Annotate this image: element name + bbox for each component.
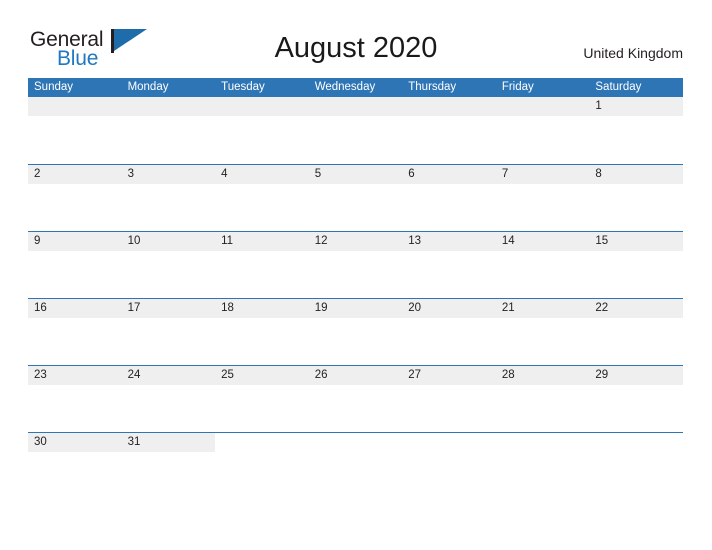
weekday-header-thursday: Thursday [408, 81, 457, 93]
calendar-day-cell-sunday[interactable]: 30 [28, 433, 122, 452]
calendar-week-row: 30 31 [28, 432, 683, 499]
calendar-day-cell-empty [495, 97, 590, 116]
calendar-day-cell-friday[interactable]: 28 [495, 366, 590, 385]
calendar-day-cell-wednesday[interactable]: 26 [308, 366, 403, 385]
calendar-day-cell-saturday[interactable]: 8 [589, 165, 683, 184]
calendar-day-cell-tuesday[interactable]: 25 [215, 366, 309, 385]
calendar-day-cell-thursday[interactable]: 27 [402, 366, 496, 385]
calendar-date-band: 9 10 11 12 13 14 15 [28, 232, 683, 251]
calendar-day-cell-wednesday[interactable]: 19 [308, 299, 403, 318]
weekday-header-tuesday: Tuesday [221, 81, 265, 93]
calendar-day-cell-saturday[interactable]: 1 [589, 97, 683, 116]
calendar-day-cell-sunday[interactable]: 23 [28, 366, 122, 385]
calendar-day-cell-empty [215, 97, 309, 116]
calendar-day-cell-empty [496, 433, 590, 452]
calendar-week-row: 9 10 11 12 13 14 15 [28, 231, 683, 298]
calendar-day-cell-monday[interactable]: 24 [121, 366, 216, 385]
calendar-day-cell-saturday[interactable]: 22 [589, 299, 683, 318]
calendar-day-cell-sunday[interactable]: 2 [28, 165, 122, 184]
calendar-date-band: 16 17 18 19 20 21 22 [28, 299, 683, 318]
calendar-day-cell-monday[interactable]: 10 [121, 232, 216, 251]
page-header: General Blue August 2020 United Kingdom [0, 0, 712, 78]
calendar-day-cell-empty [402, 97, 496, 116]
calendar-day-cell-empty [28, 97, 122, 116]
weekday-header-sunday: Sunday [34, 81, 74, 93]
weekday-header-row: Sunday Monday Tuesday Wednesday Thursday… [28, 78, 683, 97]
calendar-day-cell-friday[interactable]: 21 [495, 299, 590, 318]
calendar-day-cell-monday[interactable]: 31 [121, 433, 216, 452]
calendar-day-cell-sunday[interactable]: 9 [28, 232, 122, 251]
calendar-day-cell-saturday[interactable]: 29 [589, 366, 683, 385]
calendar-day-cell-empty [121, 97, 216, 116]
calendar-weeks: 1 2 3 4 5 6 7 8 9 10 11 12 13 14 15 16 17 18 19 20 21 22 23 24 2… [28, 97, 683, 499]
country-label: United Kingdom [583, 45, 683, 61]
calendar-week-row: 1 [28, 97, 683, 164]
calendar-week-row: 23 24 25 26 27 28 29 [28, 365, 683, 432]
calendar-day-cell-thursday[interactable]: 6 [402, 165, 496, 184]
calendar-day-cell-monday[interactable]: 17 [121, 299, 216, 318]
calendar-day-cell-empty [215, 433, 309, 452]
calendar-day-cell-monday[interactable]: 3 [121, 165, 216, 184]
calendar-date-band: 23 24 25 26 27 28 29 [28, 366, 683, 385]
calendar-day-cell-wednesday[interactable]: 12 [308, 232, 403, 251]
calendar-table: Sunday Monday Tuesday Wednesday Thursday… [28, 78, 683, 499]
calendar-day-cell-empty [402, 433, 496, 452]
calendar-day-cell-empty [309, 433, 403, 452]
weekday-header-monday: Monday [127, 81, 169, 93]
calendar-week-row: 2345678 [28, 164, 683, 231]
calendar-week-row: 16 17 18 19 20 21 22 [28, 298, 683, 365]
calendar-day-cell-tuesday[interactable]: 4 [215, 165, 309, 184]
calendar-day-cell-empty [308, 97, 403, 116]
calendar-day-cell-tuesday[interactable]: 18 [215, 299, 309, 318]
calendar-day-cell-friday[interactable]: 7 [495, 165, 590, 184]
calendar-day-cell-thursday[interactable]: 20 [402, 299, 496, 318]
weekday-header-wednesday: Wednesday [314, 81, 376, 93]
weekday-header-saturday: Saturday [595, 81, 642, 93]
calendar-day-cell-thursday[interactable]: 13 [402, 232, 496, 251]
calendar-date-band: 1 [28, 97, 683, 116]
calendar-date-band: 30 31 [28, 433, 683, 452]
calendar-date-band: 2345678 [28, 165, 683, 184]
calendar-day-cell-wednesday[interactable]: 5 [308, 165, 403, 184]
calendar-day-cell-empty [589, 433, 683, 452]
weekday-header-friday: Friday [501, 81, 534, 93]
calendar-day-cell-friday[interactable]: 14 [495, 232, 590, 251]
calendar-day-cell-tuesday[interactable]: 11 [215, 232, 309, 251]
calendar-day-cell-sunday[interactable]: 16 [28, 299, 122, 318]
calendar-day-cell-saturday[interactable]: 15 [589, 232, 683, 251]
